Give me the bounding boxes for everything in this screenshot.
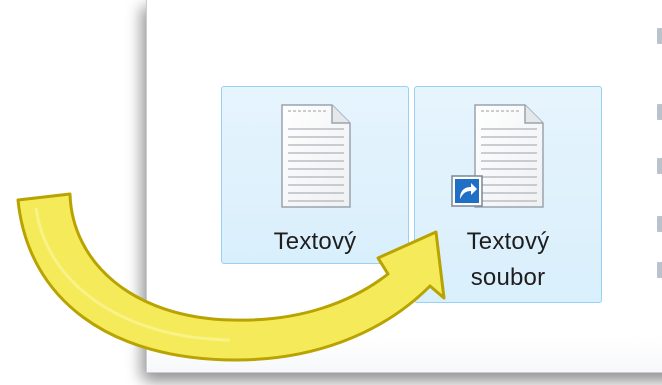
file-item-textovy[interactable]: Textový: [221, 86, 409, 264]
file-name-label-line2: soubor: [470, 264, 546, 291]
file-item-textovy-soubor-shortcut[interactable]: Textový soubor: [414, 86, 602, 303]
file-name-label: Textový: [273, 228, 357, 255]
shortcut-arrow-icon: [451, 175, 483, 207]
pane-mark: [657, 158, 662, 174]
file-name-label-line1: Textový: [466, 228, 550, 255]
pane-mark: [657, 216, 662, 232]
pane-mark: [657, 28, 662, 44]
pane-mark: [657, 262, 662, 278]
screenshot-stage: Textový Textový soubor: [0, 0, 662, 385]
pane-mark: [657, 104, 662, 120]
details-pane-edge: [645, 0, 662, 372]
text-document-icon: [281, 104, 351, 208]
